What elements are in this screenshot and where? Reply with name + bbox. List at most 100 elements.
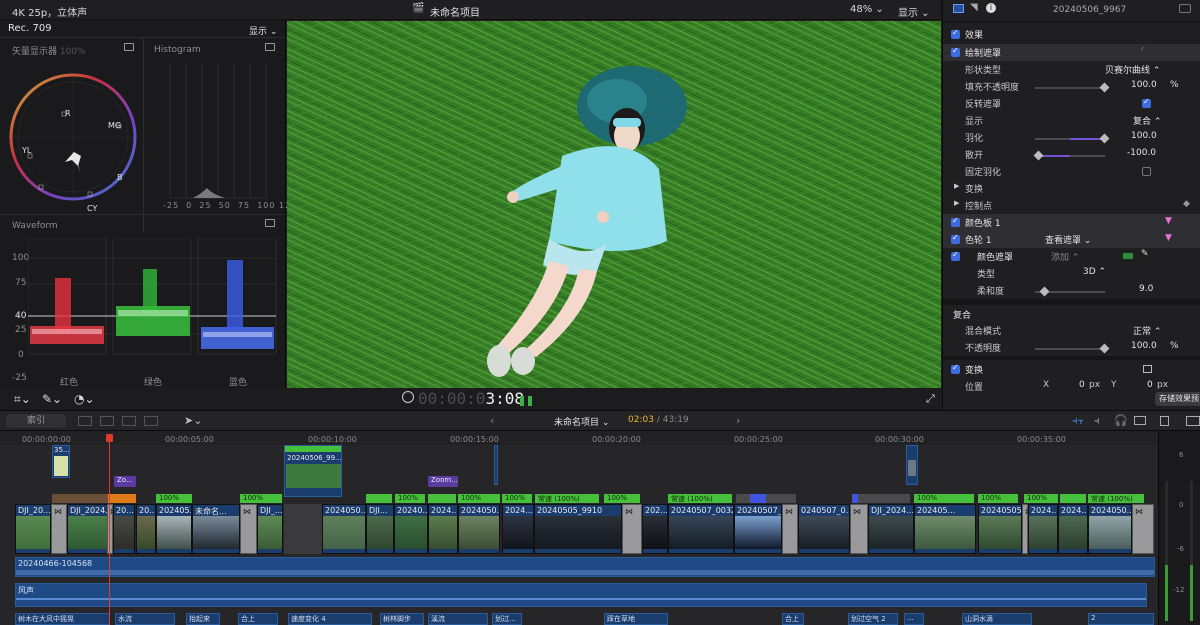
- softness-slider[interactable]: [1035, 286, 1105, 297]
- view-menu[interactable]: 显示 ⌄: [898, 4, 930, 19]
- effects-checkbox[interactable]: [951, 28, 960, 39]
- transition[interactable]: [51, 504, 67, 554]
- storyline-clip[interactable]: 2024...: [428, 504, 458, 554]
- enhance-wand-icon[interactable]: ✎⌄: [42, 392, 62, 406]
- retime-bar-blade[interactable]: [852, 494, 858, 503]
- sfx-audio-clip[interactable]: 山洞水滴: [962, 613, 1032, 625]
- history-forward-icon[interactable]: ›: [736, 414, 740, 427]
- storyline-clip[interactable]: 20240505_9910: [534, 504, 622, 554]
- color-board-icon[interactable]: ▼: [1165, 216, 1172, 226]
- sfx-audio-clip[interactable]: 划过...: [492, 613, 522, 625]
- retime-speed-icon[interactable]: ◔⌄: [74, 392, 95, 406]
- crop-tool-icon[interactable]: ⌗⌄: [14, 392, 31, 407]
- transform-checkbox[interactable]: [951, 363, 960, 374]
- mask-type-popup[interactable]: 3D ⌃: [1083, 267, 1106, 277]
- waveform-settings-icon[interactable]: [265, 219, 275, 227]
- transform-section[interactable]: 变换: [943, 361, 1200, 378]
- retime-bar[interactable]: 100%: [914, 494, 974, 503]
- feather-slider[interactable]: [1035, 133, 1110, 144]
- snapping-icon[interactable]: [1134, 416, 1146, 425]
- softness-value[interactable]: 9.0: [1139, 284, 1153, 294]
- video-inspector-icon[interactable]: [953, 4, 964, 13]
- retime-bar[interactable]: 常速 (100%): [668, 494, 732, 503]
- retime-bar-blade[interactable]: [750, 494, 766, 503]
- storyline-clip[interactable]: 2024...: [1058, 504, 1088, 554]
- retime-bar-hold[interactable]: [736, 494, 796, 503]
- display-popup[interactable]: 复合 ⌃: [1133, 114, 1161, 127]
- storyline-clip[interactable]: 202...: [642, 504, 668, 554]
- clip-appearance-icon[interactable]: [1160, 416, 1169, 426]
- append-clip-icon[interactable]: [122, 416, 136, 426]
- opacity-slider[interactable]: [1035, 343, 1110, 354]
- view-mask-menu[interactable]: 查看遮罩 ⌄: [1045, 233, 1091, 246]
- vectorscope-settings-icon[interactable]: [124, 43, 134, 51]
- color-inspector-icon[interactable]: ◥: [970, 2, 978, 13]
- draw-mask-effect[interactable]: 绘制遮罩 ◜: [943, 44, 1200, 61]
- timeline-index-icon[interactable]: [1186, 416, 1200, 426]
- playhead-handle[interactable]: [106, 434, 113, 442]
- storyline-clip[interactable]: 2024...: [502, 504, 534, 554]
- retime-bar[interactable]: 100%: [395, 494, 425, 503]
- sfx-audio-clip[interactable]: ...: [904, 613, 924, 625]
- connect-clip-icon[interactable]: [78, 416, 92, 426]
- position-x-value[interactable]: 0: [1079, 380, 1085, 390]
- retime-bar[interactable]: 100%: [604, 494, 640, 503]
- opacity-value[interactable]: 100.0: [1131, 341, 1157, 351]
- scopes-display-menu[interactable]: 显示 ⌄: [249, 24, 277, 37]
- save-effects-preset-button[interactable]: 存储效果预: [1155, 392, 1200, 406]
- zoom-menu[interactable]: 48% ⌄: [850, 4, 884, 15]
- storyline-clip[interactable]: 20240...: [394, 504, 428, 554]
- position-y-value[interactable]: 0: [1147, 380, 1153, 390]
- mask-shape-icon[interactable]: ◜: [1141, 46, 1145, 56]
- connected-clip[interactable]: [906, 445, 918, 485]
- timecode-display[interactable]: 00:00:03:08: [418, 389, 524, 408]
- retime-bar[interactable]: 100%: [978, 494, 1018, 503]
- sfx-audio-clip[interactable]: 合上: [782, 613, 804, 625]
- sfx-audio-clip[interactable]: 速度变化 4: [288, 613, 372, 625]
- timeline[interactable]: 00:00:00:00 00:00:05:00 00:00:10:00 00:0…: [0, 431, 1158, 625]
- retime-bar[interactable]: 100%: [1024, 494, 1058, 503]
- retime-bar[interactable]: 100%: [156, 494, 192, 503]
- fill-opacity-value[interactable]: 100.0: [1131, 80, 1157, 90]
- retime-bar-fast[interactable]: [108, 494, 136, 503]
- color-board-effect[interactable]: 颜色板 1 ▼: [943, 214, 1200, 231]
- shape-type-popup[interactable]: 贝赛尔曲线 ⌃: [1105, 63, 1160, 76]
- storyline-clip[interactable]: 2024050...: [458, 504, 500, 554]
- sfx-audio-clip[interactable]: 合上: [238, 613, 278, 625]
- info-inspector-icon[interactable]: i: [986, 3, 996, 13]
- storyline-clip[interactable]: 20...: [136, 504, 156, 554]
- fill-opacity-slider[interactable]: [1035, 82, 1110, 93]
- color-wheels-checkbox[interactable]: [951, 233, 960, 244]
- storyline-clip[interactable]: DJI_2024...: [67, 504, 112, 554]
- sfx-audio-clip[interactable]: 树木在大风中摇晃: [15, 613, 110, 625]
- storyline-clip[interactable]: 20240505...: [978, 504, 1022, 554]
- storyline-clip[interactable]: 20...: [113, 504, 135, 554]
- fullscreen-icon[interactable]: ⤢: [926, 392, 935, 406]
- storyline-clip[interactable]: 0240507_0...: [798, 504, 850, 554]
- falloff-value[interactable]: -100.0: [1127, 148, 1156, 158]
- disclosure-triangle-icon[interactable]: ▶: [954, 182, 959, 190]
- transition[interactable]: [1132, 504, 1154, 554]
- video-viewer[interactable]: [287, 21, 941, 388]
- storyline-clip[interactable]: DJI_20...: [15, 504, 51, 554]
- storyline-clip[interactable]: 未命名...: [192, 504, 240, 554]
- color-wheels-icon[interactable]: ▼: [1165, 233, 1172, 243]
- wind-audio-clip[interactable]: 风声: [15, 583, 1147, 607]
- sfx-audio-clip[interactable]: 树林脚步: [380, 613, 424, 625]
- connected-clip[interactable]: 35...: [52, 445, 70, 478]
- disclosure-triangle-icon[interactable]: ▶: [954, 199, 959, 207]
- transition[interactable]: [850, 504, 868, 554]
- retime-bar-slow[interactable]: [52, 494, 108, 503]
- connected-clip[interactable]: [494, 445, 498, 485]
- retime-bar-hold[interactable]: [852, 494, 910, 503]
- storyline-clip[interactable]: 2024...: [1028, 504, 1058, 554]
- control-points-disclosure[interactable]: ▶ 控制点 ◆: [943, 197, 1200, 214]
- playhead[interactable]: [109, 435, 110, 625]
- title-clip[interactable]: Zo...: [114, 476, 136, 487]
- sfx-audio-clip[interactable]: 划过空气 2: [848, 613, 898, 625]
- index-button[interactable]: 索引: [6, 414, 66, 428]
- inspector-toggle-icon[interactable]: [1179, 4, 1191, 13]
- music-audio-clip[interactable]: 20240466-104568: [15, 557, 1155, 577]
- retime-bar[interactable]: 常速 (100%): [535, 494, 599, 503]
- gap-clip[interactable]: [284, 504, 322, 554]
